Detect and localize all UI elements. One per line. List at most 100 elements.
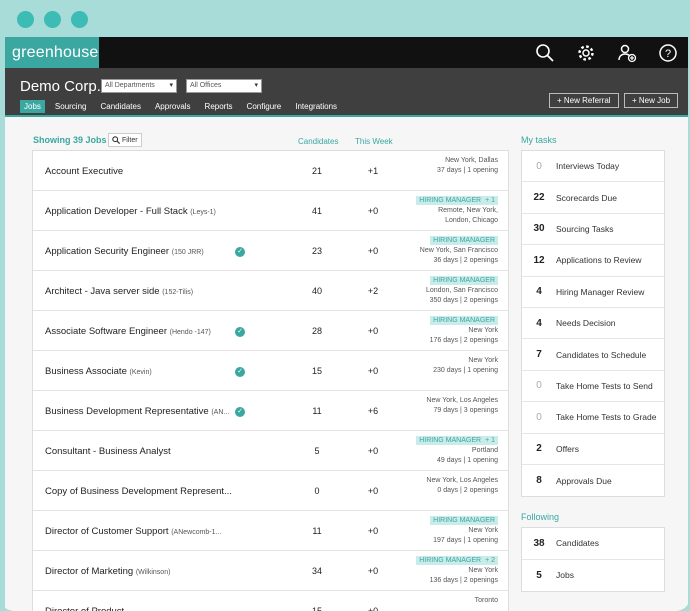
task-item[interactable]: 7 Candidates to Schedule xyxy=(522,339,664,371)
filter-button[interactable]: Filter xyxy=(108,133,142,147)
task-item[interactable]: 2 Offers xyxy=(522,434,664,465)
this-week-count[interactable]: +0 xyxy=(348,526,398,536)
task-item[interactable]: 22 Scorecards Due xyxy=(522,182,664,214)
nav-sourcing[interactable]: Sourcing xyxy=(51,100,91,113)
maximize-dot[interactable] xyxy=(71,11,88,28)
job-title[interactable]: Consultant - Business Analyst xyxy=(45,446,171,457)
task-item[interactable]: 0 Interviews Today xyxy=(522,151,664,183)
nav-candidates[interactable]: Candidates xyxy=(96,100,144,113)
job-title[interactable]: Application Security Engineer (150 JRR) xyxy=(45,246,204,257)
job-title[interactable]: Architect - Java server side (152-Tilis) xyxy=(45,286,193,297)
job-code: (Wilkinson) xyxy=(135,569,171,576)
task-item[interactable]: 0 Take Home Tests to Grade xyxy=(522,402,664,434)
new-referral-button[interactable]: + New Referral xyxy=(549,93,619,108)
job-title[interactable]: Associate Software Engineer (Hendo -147) xyxy=(45,326,211,337)
gear-icon[interactable] xyxy=(565,37,606,68)
this-week-count[interactable]: +0 xyxy=(348,246,398,256)
job-row[interactable]: Copy of Business Development Represent..… xyxy=(33,471,508,511)
job-row[interactable]: Account Executive 21 +1 New York, Dallas 37… xyxy=(33,151,508,191)
job-row[interactable]: Director of Marketing (Wilkinson) 34 +0 HIR… xyxy=(33,551,508,591)
task-item[interactable]: 4 Needs Decision xyxy=(522,308,664,340)
task-item[interactable]: 8 Approvals Due xyxy=(522,465,664,496)
add-user-icon[interactable] xyxy=(606,37,647,68)
task-item[interactable]: 30 Sourcing Tasks xyxy=(522,214,664,246)
job-row[interactable]: Application Security Engineer (150 JRR) ✓… xyxy=(33,231,508,271)
candidates-count[interactable]: 34 xyxy=(292,566,342,576)
nav-reports[interactable]: Reports xyxy=(201,100,237,113)
job-title[interactable]: Director of Marketing (Wilkinson) xyxy=(45,566,170,577)
col-this-week-header[interactable]: This Week xyxy=(355,137,393,146)
candidates-count[interactable]: 40 xyxy=(292,286,342,296)
hiring-manager-badge: HIRING MANAGER + 2 xyxy=(416,556,498,565)
close-dot[interactable] xyxy=(17,11,34,28)
job-row[interactable]: Director of Product 15 +0 Toronto xyxy=(33,591,508,611)
this-week-count[interactable]: +2 xyxy=(348,286,398,296)
hiring-manager-badge: HIRING MANAGER xyxy=(430,316,498,325)
candidates-count[interactable]: 21 xyxy=(292,166,342,176)
job-row[interactable]: Consultant - Business Analyst 5 +0 HIRING … xyxy=(33,431,508,471)
candidates-count[interactable]: 15 xyxy=(292,366,342,376)
job-title[interactable]: Business Associate (Kevin) xyxy=(45,366,152,377)
candidates-count[interactable]: 5 xyxy=(292,446,342,456)
job-meta: New York, Dallas 37 days | 1 opening xyxy=(437,156,498,176)
nav-integrations[interactable]: Integrations xyxy=(291,100,341,113)
task-count: 4 xyxy=(536,286,542,298)
departments-select[interactable]: All Departments ▾ xyxy=(101,79,177,93)
job-title[interactable]: Copy of Business Development Represent..… xyxy=(45,486,232,497)
job-title[interactable]: Account Executive xyxy=(45,166,123,177)
task-count: 0 xyxy=(536,160,542,172)
this-week-count[interactable]: +0 xyxy=(348,606,398,611)
nav-configure[interactable]: Configure xyxy=(243,100,286,113)
task-item[interactable]: 0 Take Home Tests to Send xyxy=(522,371,664,403)
this-week-count[interactable]: +0 xyxy=(348,326,398,336)
candidates-count[interactable]: 0 xyxy=(292,486,342,496)
job-title[interactable]: Application Developer - Full Stack (Leys… xyxy=(45,206,216,217)
nav-jobs[interactable]: Jobs xyxy=(20,100,45,113)
job-title[interactable]: Director of Product xyxy=(45,606,124,611)
job-meta: HIRING MANAGER + 1 Portland 49 days | 1 ope… xyxy=(416,436,498,466)
this-week-count[interactable]: +0 xyxy=(348,366,398,376)
new-job-button[interactable]: + New Job xyxy=(624,93,679,108)
job-row[interactable]: Business Development Representative (AN.… xyxy=(33,391,508,431)
candidates-count[interactable]: 15 xyxy=(292,606,342,611)
showing-text: Showing xyxy=(33,135,71,145)
search-icon[interactable] xyxy=(524,37,565,68)
help-icon[interactable]: ? xyxy=(647,37,688,68)
job-title[interactable]: Director of Customer Support (ANewcomb-1… xyxy=(45,526,221,537)
job-row[interactable]: Business Associate (Kevin) ✓ 15 +0 New York 2… xyxy=(33,351,508,391)
job-stats: 49 days | 1 opening xyxy=(437,457,498,464)
this-week-count[interactable]: +0 xyxy=(348,446,398,456)
candidates-count[interactable]: 28 xyxy=(292,326,342,336)
minimize-dot[interactable] xyxy=(44,11,61,28)
job-location: New York, Los Angeles xyxy=(426,397,498,404)
job-location: New York xyxy=(468,527,498,534)
logo[interactable]: greenhouse xyxy=(5,37,99,68)
this-week-count[interactable]: +0 xyxy=(348,206,398,216)
this-week-count[interactable]: +0 xyxy=(348,566,398,576)
col-candidates-header[interactable]: Candidates xyxy=(298,137,338,146)
job-row[interactable]: Associate Software Engineer (Hendo -147)… xyxy=(33,311,508,351)
task-item[interactable]: 38 Candidates xyxy=(522,528,664,560)
task-item[interactable]: 12 Applications to Review xyxy=(522,245,664,277)
job-name: Application Developer - Full Stack xyxy=(45,206,188,217)
offices-select[interactable]: All Offices ▾ xyxy=(186,79,262,93)
candidates-count[interactable]: 11 xyxy=(292,406,342,416)
job-row[interactable]: Architect - Java server side (152-Tilis)… xyxy=(33,271,508,311)
job-row[interactable]: Application Developer - Full Stack (Leys… xyxy=(33,191,508,231)
task-label: Needs Decision xyxy=(556,318,616,329)
this-week-count[interactable]: +1 xyxy=(348,166,398,176)
jobs-count: 39 Jobs xyxy=(73,135,107,145)
task-count: 0 xyxy=(536,380,542,392)
this-week-count[interactable]: +6 xyxy=(348,406,398,416)
nav-approvals[interactable]: Approvals xyxy=(151,100,195,113)
candidates-count[interactable]: 23 xyxy=(292,246,342,256)
task-item[interactable]: 5 Jobs xyxy=(522,560,664,591)
job-title[interactable]: Business Development Representative (AN.… xyxy=(45,406,229,417)
job-row[interactable]: Director of Customer Support (ANewcomb-1… xyxy=(33,511,508,551)
candidates-count[interactable]: 41 xyxy=(292,206,342,216)
task-count: 0 xyxy=(536,411,542,423)
task-item[interactable]: 4 Hiring Manager Review xyxy=(522,277,664,308)
job-location: New York, Dallas xyxy=(445,157,498,164)
candidates-count[interactable]: 11 xyxy=(292,526,342,536)
this-week-count[interactable]: +0 xyxy=(348,486,398,496)
